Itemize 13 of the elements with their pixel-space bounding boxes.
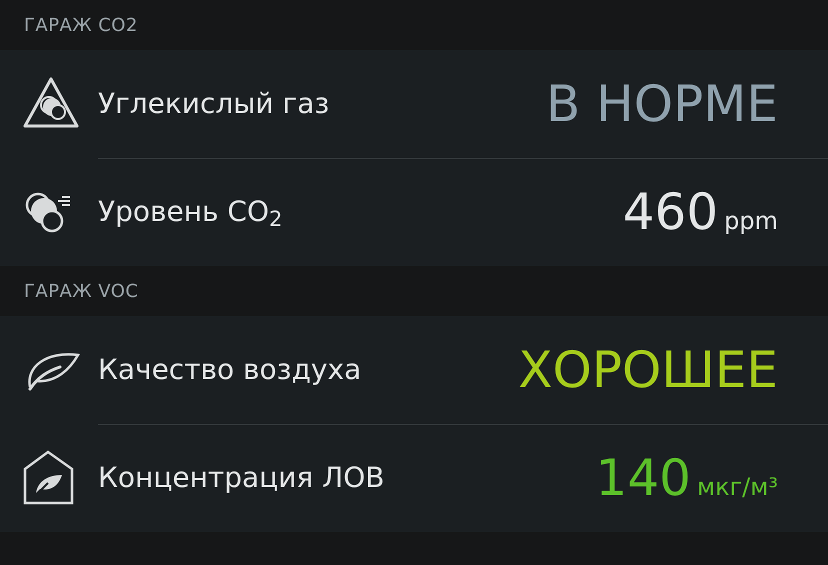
status-value: ХОРОШЕЕ bbox=[518, 345, 778, 395]
reading-value: 140 bbox=[596, 453, 691, 503]
status-value: В НОРМЕ bbox=[546, 79, 778, 129]
section-header: ГАРАЖ VOC bbox=[24, 280, 138, 304]
sensor-label: Концентрация ЛОВ bbox=[98, 460, 386, 496]
house-leaf-icon bbox=[22, 449, 76, 507]
unit-label: мкг/м³ bbox=[696, 475, 778, 499]
reading-value: 460 bbox=[622, 187, 718, 237]
sensor-label: Уровень CO$_{2}$ bbox=[98, 194, 284, 233]
section-header: ГАРАЖ CO2 bbox=[24, 14, 138, 38]
unit-label: ppm bbox=[724, 209, 778, 233]
sensor-label: Углекислый газ bbox=[98, 86, 330, 122]
sensor-label: Качество воздуха bbox=[98, 352, 362, 388]
